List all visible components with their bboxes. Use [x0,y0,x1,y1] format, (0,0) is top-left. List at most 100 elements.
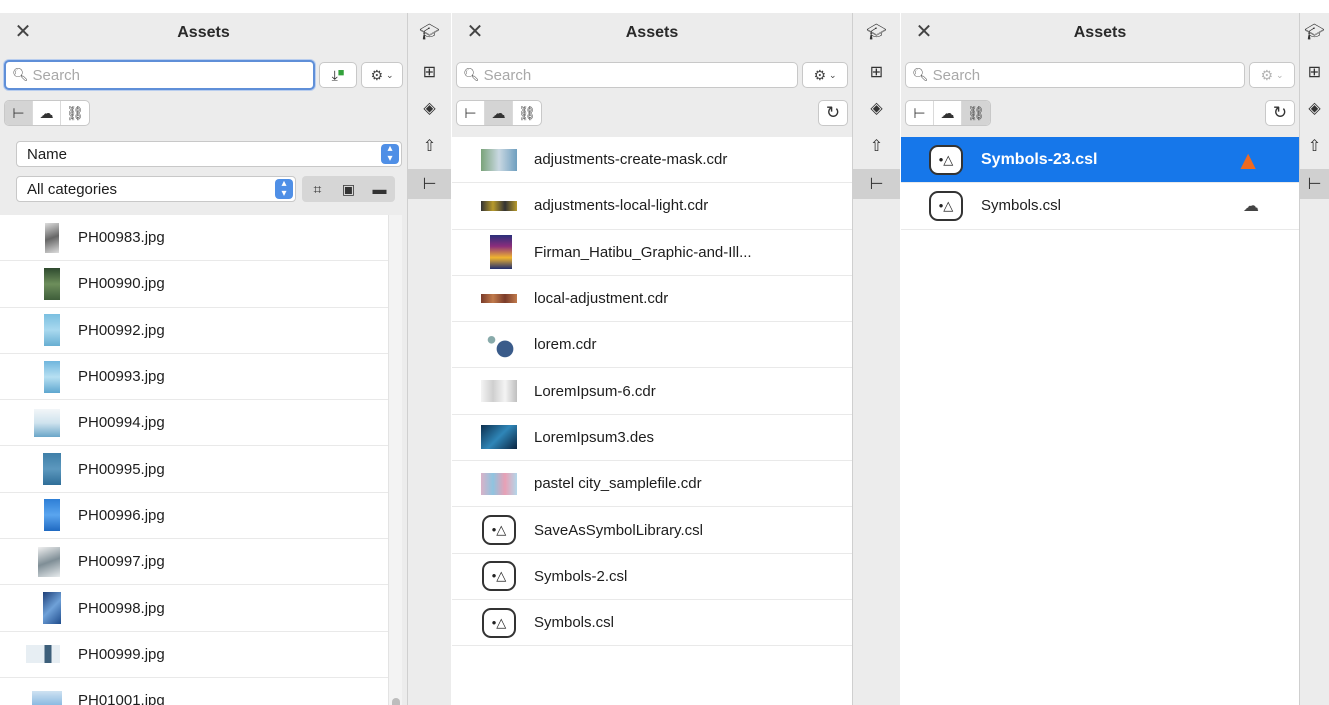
search-input[interactable] [932,66,1244,84]
list-item[interactable]: PH00983.jpg [0,215,393,262]
category-select[interactable]: All categories ▴ ▾ [16,176,296,202]
assets-icon[interactable]: ⊢ [1300,169,1329,199]
list-item[interactable]: PH00995.jpg [0,446,393,493]
layers-icon[interactable]: ◈ [1300,93,1329,123]
list-item-selected[interactable]: •△ Symbols-23.csl ▲ [901,137,1299,184]
image-thumbnail [33,592,71,625]
close-icon[interactable]: ✕ [464,21,486,43]
folder-view-icon[interactable]: ▬ [364,176,395,202]
export-icon[interactable]: ⇧ [1300,131,1329,161]
cloud-icon[interactable]: ☁ [33,101,61,125]
learn-icon[interactable]: 🎓︎ [853,17,900,47]
panel-titlebar: ✕ Assets [901,13,1299,53]
document-thumbnail [480,144,518,176]
local-tree-icon[interactable]: ⊢ [906,101,934,125]
docker-tab-rail: 🎓︎ ⊞ ◈ ⇧ ⊢ [1299,13,1329,705]
warning-icon[interactable]: ▲ [1235,147,1261,173]
list-item[interactable]: PH00992.jpg [0,308,393,354]
asset-list: •△ Symbols-23.csl ▲ •△ Symbols.csl ☁ [901,137,1299,705]
scrollbar-thumb[interactable] [392,698,400,705]
list-item[interactable]: •△ Symbols.csl ☁ [901,183,1299,230]
local-tree-icon[interactable]: ⊢ [457,101,485,125]
list-item[interactable]: PH00994.jpg [0,400,393,447]
list-item[interactable]: •△ Symbols.csl [452,600,852,647]
source-filter-row: ⊢ ☁ ⛓ [4,98,403,128]
list-item[interactable]: PH00993.jpg [0,354,393,401]
link-icon[interactable]: ⛓ [513,101,541,125]
link-icon[interactable]: ⛓ [61,101,89,125]
symbol-library-icon: •△ [480,514,518,546]
list-item[interactable]: adjustments-local-light.cdr [452,183,852,230]
list-item[interactable]: PH00999.jpg [0,632,393,678]
layers-icon[interactable]: ◈ [408,93,451,123]
layers-icon[interactable]: ◈ [853,93,900,123]
gear-icon: ⚙ [813,66,826,83]
search-field[interactable]: 🔍︎ [4,60,315,90]
list-item[interactable]: local-adjustment.cdr [452,276,852,323]
symbol-library-icon: •△ [480,560,518,592]
list-item[interactable]: •△ SaveAsSymbolLibrary.csl [452,507,852,554]
gear-icon: ⚙ [1260,66,1273,83]
list-item[interactable]: PH00998.jpg [0,585,393,632]
image-thumbnail [33,267,71,300]
list-item[interactable]: PH00996.jpg [0,493,393,540]
close-icon[interactable]: ✕ [913,21,935,43]
close-icon[interactable]: ✕ [12,21,34,43]
search-icon: 🔍︎ [463,67,480,82]
learn-icon[interactable]: 🎓︎ [408,17,451,47]
settings-dropdown-button[interactable]: ⚙ ⌄ [1249,62,1295,88]
list-item[interactable]: LoremIpsum3.des [452,415,852,462]
document-thumbnail [480,468,518,500]
tree-view-icon[interactable]: ⊞ [853,57,900,87]
panel-titlebar: ✕ Assets [0,13,407,53]
asset-list: adjustments-create-mask.cdr adjustments-… [452,137,852,705]
image-thumbnail [33,499,71,532]
cloud-icon[interactable]: ☁ [934,101,962,125]
list-item[interactable]: lorem.cdr [452,322,852,369]
local-tree-icon[interactable]: ⊢ [5,101,33,125]
panel-titlebar: ✕ Assets [452,13,852,53]
tree-view-icon[interactable]: ⊞ [408,57,451,87]
search-field[interactable]: 🔍︎ [905,62,1245,88]
refresh-icon: ↻ [825,103,841,122]
source-filter-row: ⊢ ☁ ⛓ ↻ [905,98,1295,128]
list-item[interactable]: PH00990.jpg [0,261,393,308]
source-segmented-control: ⊢ ☁ ⛓ [456,100,542,126]
image-view-icon[interactable]: ▣ [333,176,364,202]
sort-select[interactable]: Name ▴ ▾ [16,141,402,167]
asset-list: PH00983.jpg PH00990.jpg PH00992.jpg PH00… [0,215,393,705]
list-item[interactable]: PH01001.jpg [0,678,393,705]
list-item[interactable]: pastel city_samplefile.cdr [452,461,852,508]
assets-icon[interactable]: ⊢ [853,169,900,199]
settings-dropdown-button[interactable]: ⚙ ⌄ [361,62,403,88]
list-item[interactable]: Firman_Hatibu_Graphic-and-Ill... [452,230,852,276]
search-field[interactable]: 🔍︎ [456,62,798,88]
export-icon[interactable]: ⇧ [853,131,900,161]
document-thumbnail [482,235,520,270]
cloud-icon[interactable]: ☁ [485,101,513,125]
assets-icon[interactable]: ⊢ [408,169,451,199]
assets-panel-cloud: ✕ Assets 🔍︎ ⚙ ⌄ ⊢ ☁ ⛓ ↻ adjustments-crea… [452,13,852,705]
refresh-button[interactable]: ↻ [818,100,848,126]
link-icon[interactable]: ⛓ [962,101,990,125]
image-thumbnail [28,685,66,705]
image-thumbnail [33,222,71,254]
list-item[interactable]: •△ Symbols-2.csl [452,554,852,600]
artboard-view-icon[interactable]: ⌗ [302,176,333,202]
search-input[interactable] [483,66,797,84]
panel-title: Assets [625,24,679,41]
document-thumbnail [480,329,518,361]
scrollbar[interactable] [388,215,402,705]
list-item[interactable]: LoremIpsum-6.cdr [452,368,852,415]
image-thumbnail [24,638,62,670]
refresh-button[interactable]: ↻ [1265,100,1295,126]
list-item[interactable]: PH00997.jpg [0,539,393,586]
list-item[interactable]: adjustments-create-mask.cdr [452,137,852,184]
learn-icon[interactable]: 🎓︎ [1300,17,1329,47]
export-icon[interactable]: ⇧ [408,131,451,161]
add-asset-button[interactable]: ⤓■ [319,62,357,88]
sort-value: Name [27,145,68,163]
tree-view-icon[interactable]: ⊞ [1300,57,1329,87]
search-input[interactable] [32,66,313,84]
settings-dropdown-button[interactable]: ⚙ ⌄ [802,62,848,88]
